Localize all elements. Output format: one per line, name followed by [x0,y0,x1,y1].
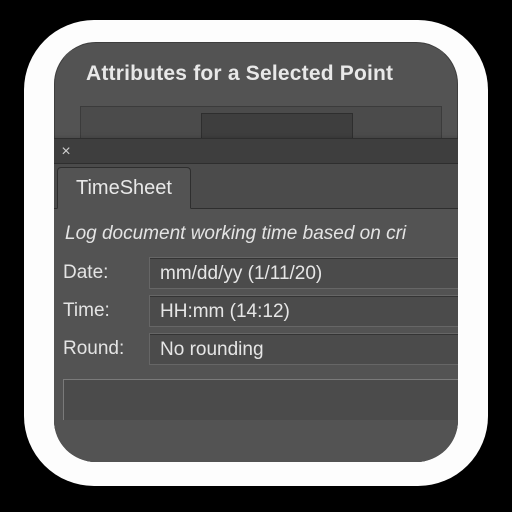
close-icon[interactable]: × [57,143,75,161]
bottom-panel [63,379,458,420]
field-round[interactable]: No rounding [149,333,458,365]
label-round: Round: [63,338,149,360]
row-round: Round: No rounding [63,333,458,365]
row-time: Time: HH:mm (14:12) [63,295,458,327]
label-date: Date: [63,262,149,284]
timesheet-subtitle: Log document working time based on cri [65,223,458,245]
label-time: Time: [63,300,149,322]
timesheet-titlebar[interactable]: × [54,139,458,164]
app-icon-card: Attributes for a Selected Point × TimeSh… [24,20,488,486]
field-date[interactable]: mm/dd/yy (1/11/20) [149,257,458,289]
timesheet-window: × TimeSheet Log document working time ba… [54,138,458,462]
tab-timesheet[interactable]: TimeSheet [57,167,191,209]
timesheet-tab-content: Log document working time based on cri D… [54,209,458,462]
field-time[interactable]: HH:mm (14:12) [149,295,458,327]
attributes-title: Attributes for a Selected Point [86,62,393,86]
timesheet-tab-row: TimeSheet [54,164,458,209]
row-date: Date: mm/dd/yy (1/11/20) [63,257,458,289]
inner-frame: Attributes for a Selected Point × TimeSh… [54,42,458,462]
